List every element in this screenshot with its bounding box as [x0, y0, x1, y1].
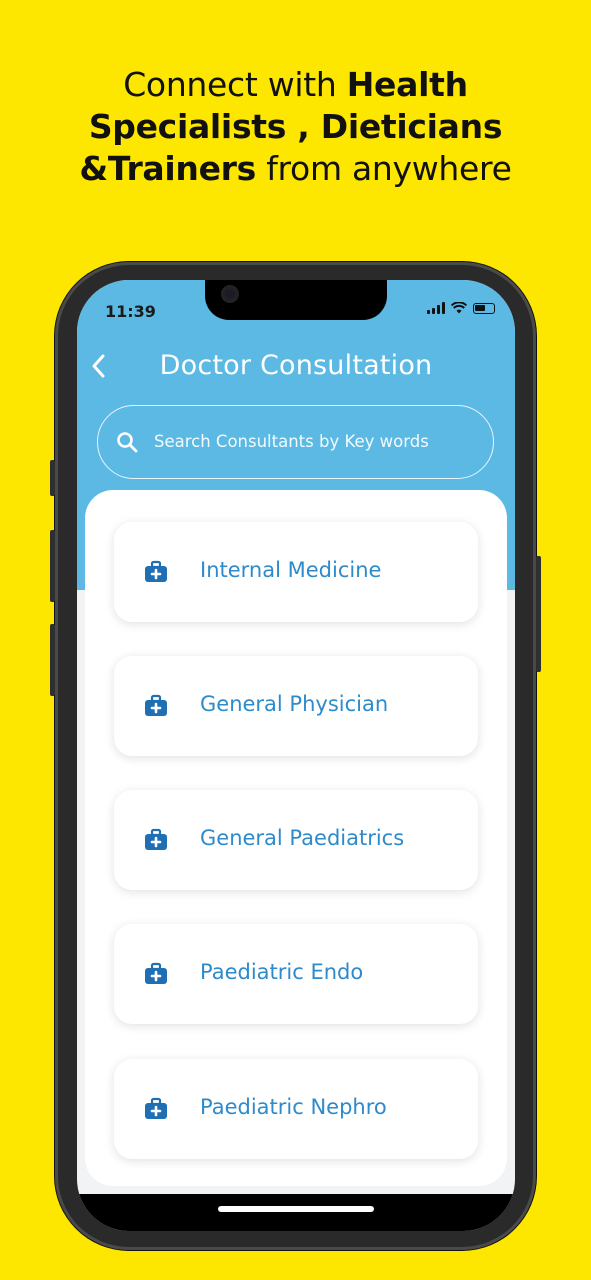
status-icons [427, 302, 495, 314]
headline-line1-regular: Connect with [123, 65, 347, 104]
page-title: Doctor Consultation [159, 350, 433, 381]
camera-icon [221, 285, 239, 303]
headline-line1-bold: Health [346, 65, 468, 104]
medical-kit-icon [145, 828, 167, 850]
medical-kit-icon [145, 694, 167, 716]
bottom-bar [77, 1194, 515, 1231]
status-time: 11:39 [105, 302, 156, 321]
home-indicator[interactable] [218, 1206, 374, 1212]
category-label: General Physician [200, 692, 389, 716]
category-label: Paediatric Endo [200, 960, 364, 984]
medical-kit-icon [145, 1097, 167, 1119]
headline-line3-regular: from anywhere [256, 149, 512, 188]
medical-kit-icon [145, 962, 167, 984]
headline-line3-bold: &Trainers [79, 149, 256, 188]
phone-volume-up [50, 530, 55, 602]
wifi-icon [451, 302, 467, 314]
search-placeholder: Search Consultants by Key words [154, 432, 429, 451]
category-item-general-paediatrics[interactable]: General Paediatrics [114, 790, 478, 890]
category-item-paediatric-nephro[interactable]: Paediatric Nephro [114, 1059, 478, 1159]
phone-screen: 11:39 Doctor Consultation Search Consult… [77, 280, 515, 1231]
search-input[interactable]: Search Consultants by Key words [97, 405, 494, 479]
medical-kit-icon [145, 560, 167, 582]
category-label: General Paediatrics [200, 826, 405, 850]
headline-line2-bold: Specialists , Dieticians [88, 107, 503, 146]
phone-power-button [536, 556, 541, 672]
category-item-internal-medicine[interactable]: Internal Medicine [114, 522, 478, 622]
battery-icon [473, 303, 495, 314]
category-item-paediatric-endo[interactable]: Paediatric Endo [114, 924, 478, 1024]
promo-headline: Connect with Health Specialists , Dietic… [0, 64, 591, 190]
category-label: Internal Medicine [200, 558, 382, 582]
search-icon [117, 432, 138, 453]
phone-volume-down [50, 624, 55, 696]
category-label: Paediatric Nephro [200, 1095, 387, 1119]
category-item-general-physician[interactable]: General Physician [114, 656, 478, 756]
signal-icon [427, 302, 445, 314]
phone-side-button [50, 460, 55, 496]
